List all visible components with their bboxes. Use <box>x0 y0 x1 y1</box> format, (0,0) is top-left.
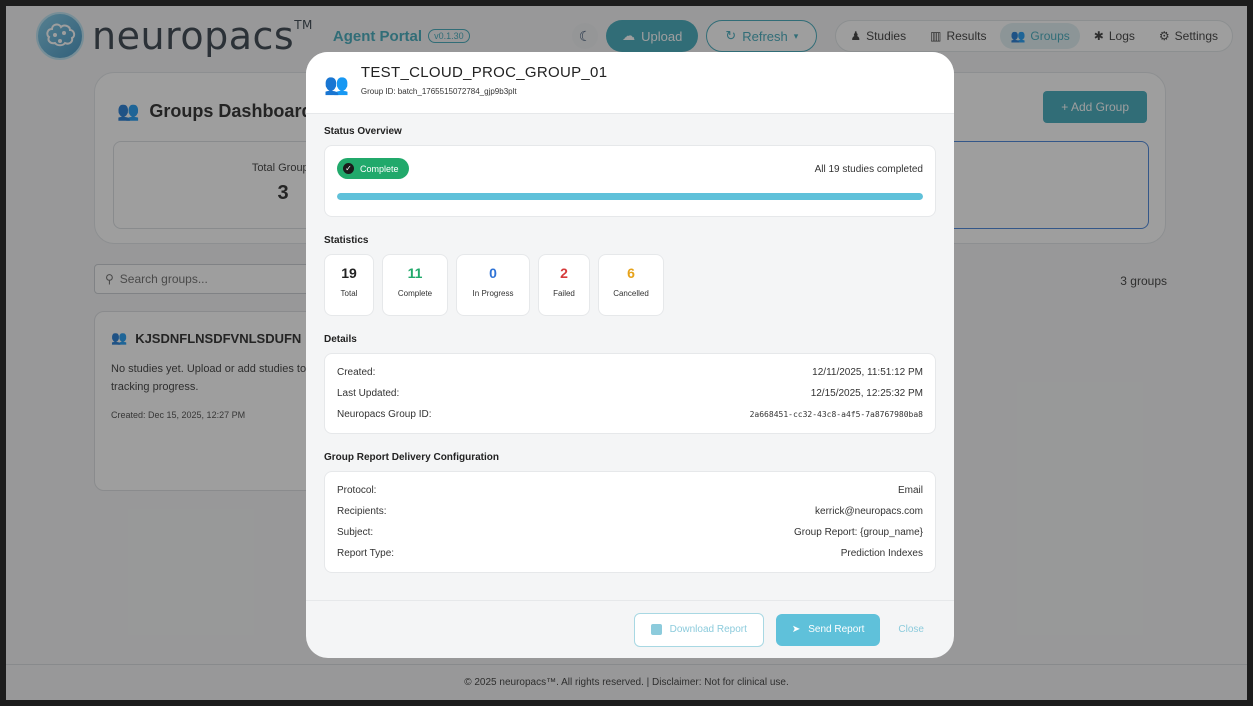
status-text: All 19 studies completed <box>814 164 923 175</box>
modal-footer: Download Report ➤ Send Report Close <box>306 600 954 658</box>
stat-complete: 11 Complete <box>382 254 448 316</box>
delivery-config-title: Group Report Delivery Configuration <box>324 452 500 463</box>
stat-total: 19 Total <box>324 254 374 316</box>
stat-label: In Progress <box>472 289 514 298</box>
delivery-value: kerrick@neuropacs.com <box>815 506 923 517</box>
detail-value: 2a668451-cc32-43c8-a4f5-7a8767980ba8 <box>749 410 923 419</box>
delivery-value: Prediction Indexes <box>840 548 923 559</box>
detail-row-last-updated: Last Updated: 12/15/2025, 12:25:32 PM <box>337 383 923 404</box>
stat-value: 11 <box>407 265 423 281</box>
delivery-row-protocol: Protocol: Email <box>337 480 923 501</box>
stat-value: 19 <box>341 265 357 281</box>
detail-value: 12/15/2025, 12:25:32 PM <box>810 388 923 399</box>
app-window: neuropacsTM Agent Portal v0.1.30 ☾ ☁ Upl… <box>6 6 1247 700</box>
status-badge: ✓ Complete <box>337 158 409 179</box>
check-circle-icon: ✓ <box>343 163 354 174</box>
chart-icon <box>650 624 662 635</box>
progress-bar-fill <box>337 193 923 200</box>
send-report-label: Send Report <box>808 624 865 635</box>
delivery-key: Subject: <box>337 527 374 538</box>
stat-label: Cancelled <box>613 289 649 298</box>
delivery-key: Protocol: <box>337 485 377 496</box>
details-panel: Created: 12/11/2025, 11:51:12 PM Last Upd… <box>324 353 936 434</box>
download-report-label: Download Report <box>669 624 747 635</box>
statistics-row: 19 Total 11 Complete 0 In Progress 2 Fai… <box>324 254 936 316</box>
stat-value: 0 <box>489 265 497 281</box>
stat-label: Total <box>340 289 358 298</box>
status-overview-panel: ✓ Complete All 19 studies completed <box>324 145 936 217</box>
statistics-title: Statistics <box>324 235 369 246</box>
group-detail-modal: 👥 TEST_CLOUD_PROC_GROUP_01 Group ID: bat… <box>306 52 954 658</box>
delivery-key: Recipients: <box>337 506 387 517</box>
progress-bar <box>337 193 923 200</box>
detail-key: Neuropacs Group ID: <box>337 409 432 420</box>
detail-row-group-id: Neuropacs Group ID: 2a668451-cc32-43c8-a4… <box>337 404 923 425</box>
stat-label: Failed <box>553 289 575 298</box>
delivery-key: Report Type: <box>337 548 395 559</box>
delivery-row-subject: Subject: Group Report: {group_name} <box>337 522 923 543</box>
delivery-value: Email <box>897 485 923 496</box>
modal-header: 👥 TEST_CLOUD_PROC_GROUP_01 Group ID: bat… <box>306 52 954 114</box>
send-report-button[interactable]: ➤ Send Report <box>775 613 881 646</box>
close-button[interactable]: Close <box>892 624 930 635</box>
status-overview-title: Status Overview <box>324 126 402 137</box>
delivery-row-recipients: Recipients: kerrick@neuropacs.com <box>337 501 923 522</box>
modal-title: TEST_CLOUD_PROC_GROUP_01 <box>360 64 608 81</box>
stat-label: Complete <box>397 289 433 298</box>
stat-value: 6 <box>627 265 635 281</box>
detail-key: Last Updated: <box>337 388 400 399</box>
users-icon: 👥 <box>324 74 349 96</box>
detail-value: 12/11/2025, 11:51:12 PM <box>812 367 923 378</box>
stat-in-progress: 0 In Progress <box>456 254 530 316</box>
delivery-config-panel: Protocol: Email Recipients: kerrick@neurop… <box>324 471 936 573</box>
detail-key: Created: <box>337 367 376 378</box>
delivery-value: Group Report: {group_name} <box>794 527 923 538</box>
status-badge-label: Complete <box>360 163 399 174</box>
stat-cancelled: 6 Cancelled <box>598 254 664 316</box>
send-icon: ➤ <box>791 624 801 635</box>
download-report-button[interactable]: Download Report <box>633 612 764 647</box>
stat-value: 2 <box>560 265 568 281</box>
modal-group-id: Group ID: batch_1765515072784_gjp9b3plt <box>360 87 517 96</box>
details-title: Details <box>324 334 357 345</box>
stat-failed: 2 Failed <box>538 254 590 316</box>
delivery-row-report-type: Report Type: Prediction Indexes <box>337 543 923 564</box>
detail-row-created: Created: 12/11/2025, 11:51:12 PM <box>337 362 923 383</box>
